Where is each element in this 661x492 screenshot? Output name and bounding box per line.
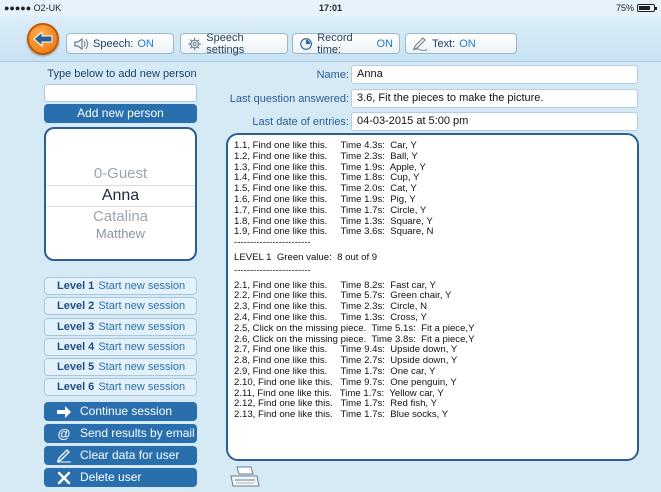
name-field: Anna xyxy=(351,65,638,84)
level-summary: LEVEL 1 Green value: 8 out of 9 xyxy=(234,251,378,263)
status-bar: ●●●●● O2-UK 17:01 75% xyxy=(0,0,661,16)
continue-session-label: Continue session xyxy=(80,404,173,418)
back-button[interactable] xyxy=(27,23,59,55)
delete-user-label: Delete user xyxy=(80,470,142,484)
record-time-label: Record time: xyxy=(317,31,353,56)
level-action: Start new session xyxy=(98,280,186,292)
level-label: Level 3 xyxy=(57,321,95,333)
level-5-start-button[interactable]: Level 5 Start new session xyxy=(44,358,197,376)
printer-icon xyxy=(230,466,260,487)
level-action: Start new session xyxy=(98,300,186,312)
level-action: Start new session xyxy=(98,361,186,373)
text-toggle[interactable]: Text: ON xyxy=(405,33,517,54)
text-value: ON xyxy=(459,37,476,50)
text-label: Text: xyxy=(432,37,456,50)
level-1-start-button[interactable]: Level 1 Start new session xyxy=(44,277,197,295)
level-label: Level 2 xyxy=(57,300,95,312)
speech-settings-label: Speech settings xyxy=(206,31,245,56)
speech-toggle[interactable]: Speech: ON xyxy=(66,33,174,54)
person-item[interactable]: Matthew xyxy=(46,226,195,241)
pen-icon xyxy=(412,36,428,51)
at-sign-icon: @ xyxy=(57,426,71,441)
level-action: Start new session xyxy=(98,321,186,333)
add-new-person-button[interactable]: Add new person xyxy=(44,104,197,123)
person-item[interactable]: 0-Guest xyxy=(46,165,195,182)
log-line: 2.10, Find one like this. Time 9.7s: One… xyxy=(234,376,457,388)
continue-session-button[interactable]: Continue session xyxy=(44,402,197,421)
clock: 17:01 xyxy=(318,3,343,13)
clear-data-label: Clear data for user xyxy=(80,448,180,462)
battery-icon xyxy=(637,4,657,12)
eraser-icon xyxy=(56,448,72,463)
name-label: Name: xyxy=(316,69,349,81)
arrow-right-icon xyxy=(56,405,72,419)
speech-value: ON xyxy=(137,37,154,50)
send-email-label: Send results by email xyxy=(80,426,195,440)
record-time-toggle[interactable]: Record time: ON xyxy=(292,31,400,56)
person-item[interactable]: Catalina xyxy=(46,208,195,225)
level-action: Start new session xyxy=(98,341,186,353)
level-label: Level 4 xyxy=(57,341,95,353)
delete-user-button[interactable]: Delete user xyxy=(44,468,197,487)
person-picker[interactable]: 0-Guest Anna Catalina Matthew xyxy=(44,127,197,261)
last-date-label: Last date of entries: xyxy=(252,116,349,128)
back-arrow-icon xyxy=(33,31,53,47)
send-email-button[interactable]: @ Send results by email xyxy=(44,424,197,443)
speaker-icon xyxy=(74,37,88,50)
last-date-field: 04-03-2015 at 5:00 pm xyxy=(351,112,638,131)
level-4-start-button[interactable]: Level 4 Start new session xyxy=(44,338,197,356)
level-6-start-button[interactable]: Level 6 Start new session xyxy=(44,378,197,396)
results-log[interactable]: 1.1, Find one like this. Time 4.3s: Car,… xyxy=(226,133,639,461)
clear-data-button[interactable]: Clear data for user xyxy=(44,446,197,465)
log-line: 1.7, Find one like this. Time 1.7s: Circ… xyxy=(234,204,427,216)
close-icon xyxy=(56,471,72,485)
level-label: Level 6 xyxy=(57,381,95,393)
log-separator: ------------------------ xyxy=(234,264,311,276)
log-separator: ------------------------ xyxy=(234,237,311,249)
person-item-selected[interactable]: Anna xyxy=(46,185,195,207)
clock-icon xyxy=(300,37,312,50)
gear-icon xyxy=(188,37,201,50)
log-line: 2.13, Find one like this. Time 1.7s: Blu… xyxy=(234,409,449,421)
level-label: Level 1 xyxy=(57,280,95,292)
battery-percent: 75% xyxy=(615,3,634,13)
last-question-label: Last question answered: xyxy=(229,93,349,105)
toolbar: Speech: ON Speech settings Record time: … xyxy=(0,16,661,62)
new-person-input[interactable] xyxy=(44,84,197,102)
speech-label: Speech: xyxy=(93,37,134,50)
level-action: Start new session xyxy=(98,381,186,393)
log-line: 1.2, Find one like this. Time 2.3s: Ball… xyxy=(234,150,418,162)
log-line: 2.5, Click on the missing piece. Time 5.… xyxy=(234,322,475,334)
record-time-value: ON xyxy=(376,37,394,50)
level-2-start-button[interactable]: Level 2 Start new session xyxy=(44,297,197,315)
level-3-start-button[interactable]: Level 3 Start new session xyxy=(44,318,197,336)
speech-settings-button[interactable]: Speech settings xyxy=(180,31,288,56)
print-button[interactable] xyxy=(229,466,261,490)
add-person-hint: Type below to add new person xyxy=(47,68,197,80)
level-label: Level 5 xyxy=(57,361,95,373)
battery-indicator: 75% xyxy=(615,3,657,13)
last-question-field: 3.6, Fit the pieces to make the picture. xyxy=(351,89,638,108)
